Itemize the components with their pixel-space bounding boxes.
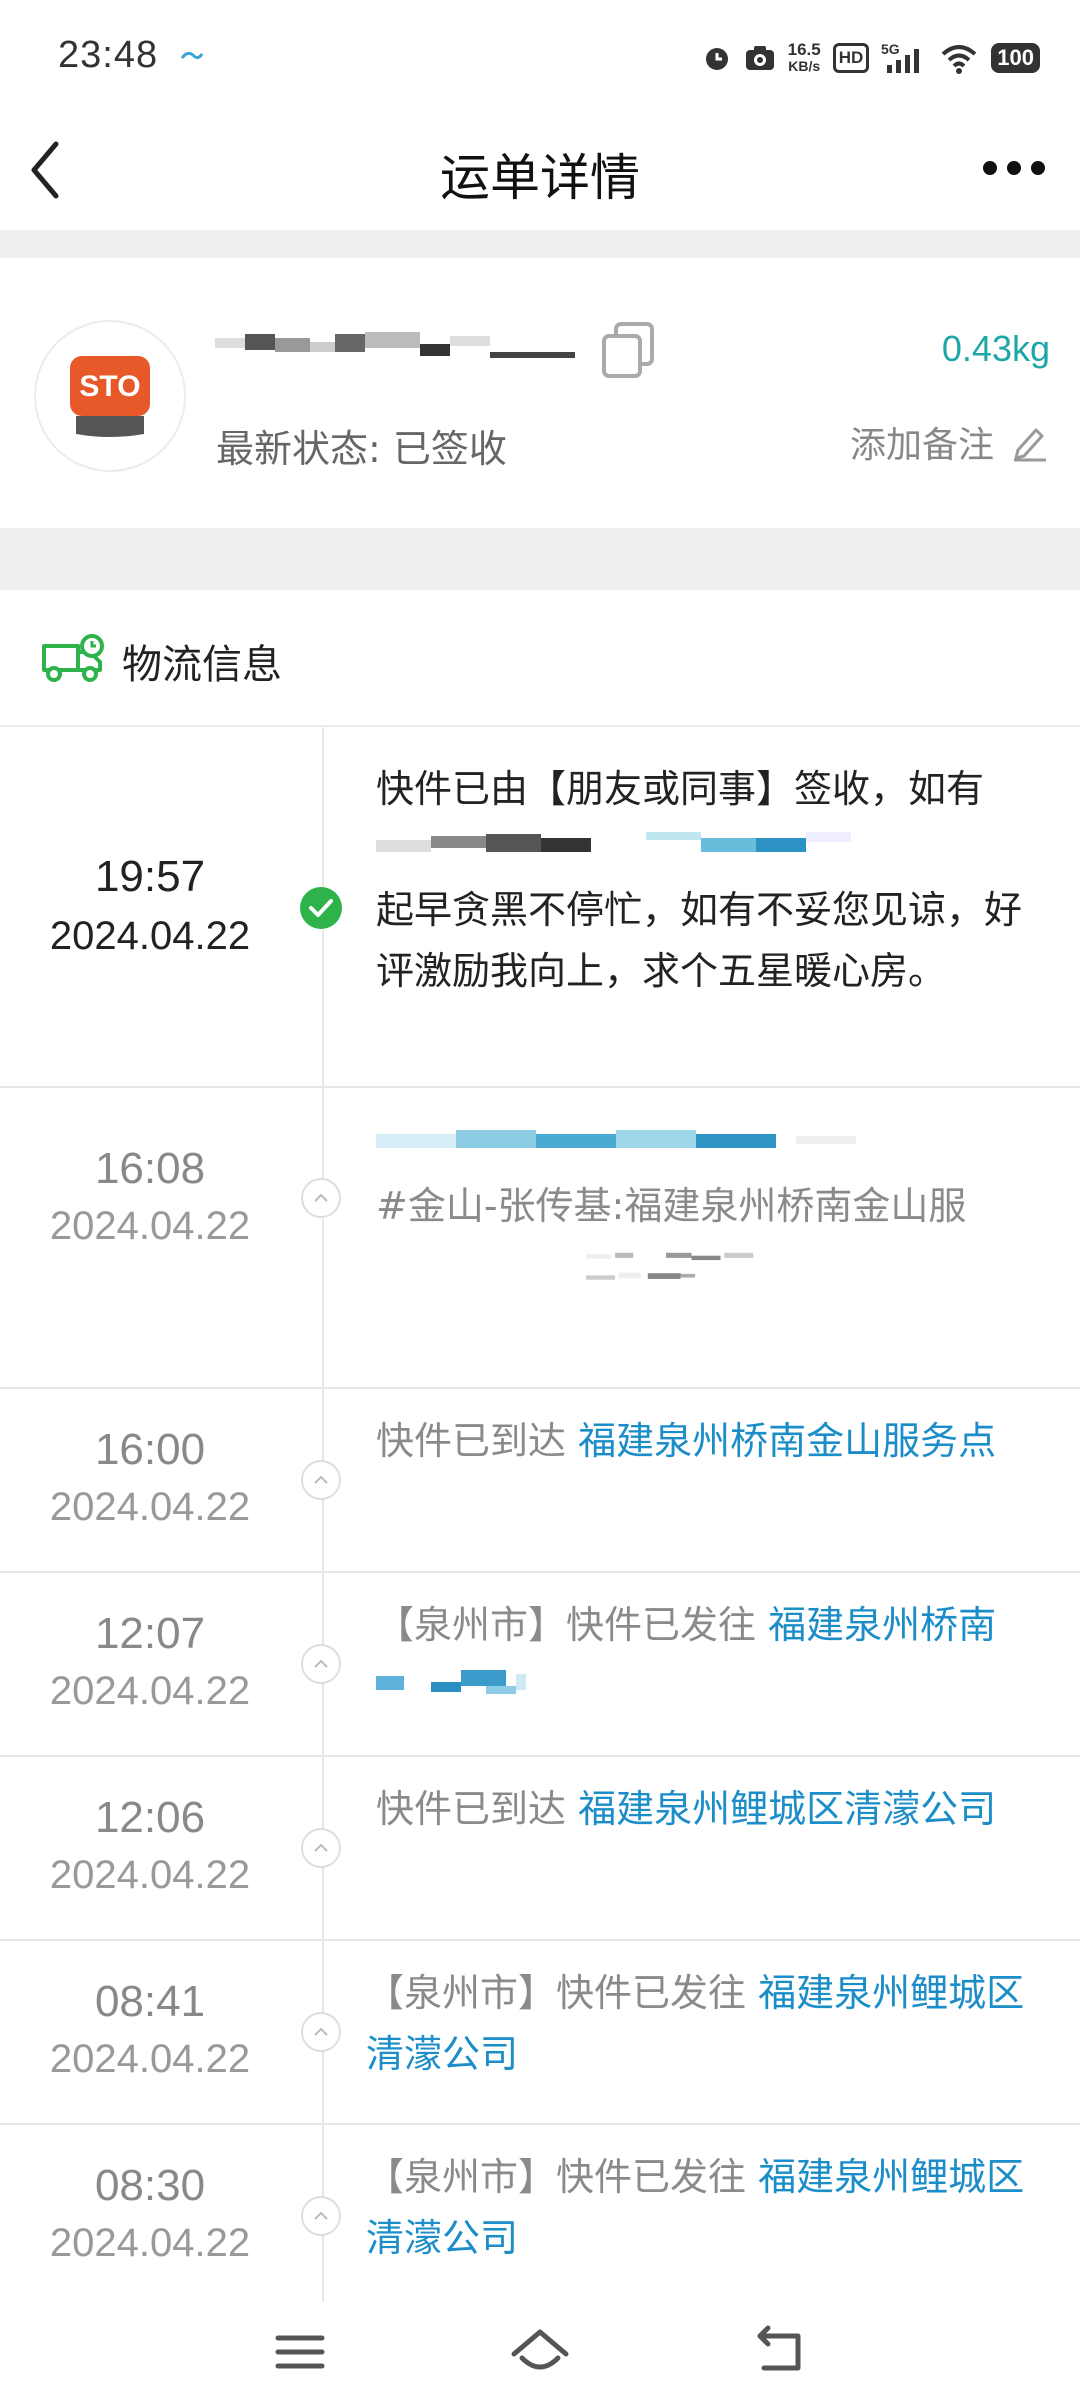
section-divider <box>0 230 1080 258</box>
more-options-icon[interactable] <box>978 146 1050 190</box>
back-nav-icon[interactable] <box>750 2324 810 2380</box>
location-link[interactable]: 福建泉州鲤城区清濛公司 <box>578 1787 996 1831</box>
package-weight: 0.43kg <box>941 328 1050 369</box>
entry-date: 2024.04.22 <box>49 1853 251 1897</box>
entry-date: 2024.04.22 <box>49 2037 251 2081</box>
entry-time: 16:00 <box>94 1425 206 1474</box>
net-speed: 16.5 KB/s <box>788 41 821 75</box>
entry-date: 2024.04.22 <box>49 1669 251 1713</box>
signed-check-icon <box>300 887 342 929</box>
home-icon[interactable] <box>510 2324 570 2380</box>
waybill-summary-card: STO 0.43kg 最新状态: 已签收 添加备注 <box>0 258 1080 528</box>
entry-description: 【泉州市】快件已发往 福建泉州鲤城区清濛公司 <box>366 2147 1026 2269</box>
logistics-title: 物流信息 <box>122 642 282 688</box>
expand-chevron-icon[interactable] <box>300 2011 342 2053</box>
timeline-entry: 16:00 2024.04.22 快件已到达 福建泉州桥南金山服务点 <box>0 1389 1080 1573</box>
entry-time: 19:57 <box>94 852 206 901</box>
net-speed-unit: KB/s <box>788 58 821 74</box>
entry-description: 快件已到达 福建泉州桥南金山服务点 <box>376 1411 1036 1472</box>
redacted-text <box>376 832 851 852</box>
expand-chevron-icon[interactable] <box>300 1643 342 1685</box>
entry-description: 快件已由【朋友或同事】签收，如有 起早贪黑不停忙，如有不妥您见谅，好评激励我向上… <box>376 759 1036 1002</box>
top-nav-bar: 运单详情 <box>0 110 1080 230</box>
net-speed-value: 16.5 <box>787 40 821 59</box>
alarm-icon <box>705 48 728 70</box>
tracking-timeline: 19:57 2024.04.22 快件已由【朋友或同事】签收，如有 起早贪黑不停… <box>0 727 1080 2302</box>
expand-chevron-icon[interactable] <box>300 1177 342 1219</box>
entry-text: 快件已到达 <box>376 1787 579 1831</box>
entry-time: 16:08 <box>94 1144 206 1193</box>
entry-text: 快件已到达 <box>376 1419 579 1463</box>
entry-description: #金山-张传基:福建泉州桥南金山服 <box>376 1116 1036 1297</box>
edit-pencil-icon <box>1014 428 1046 462</box>
carrier-logo-text: STO <box>79 370 140 403</box>
entry-text: 起早贪黑不停忙，如有不妥您见谅，好评激励我向上，求个五星暖心房。 <box>376 888 1023 993</box>
redacted-text <box>376 1130 856 1148</box>
entry-time: 12:07 <box>94 1609 206 1658</box>
expand-chevron-icon[interactable] <box>300 2195 342 2237</box>
timeline-entry: 16:08 2024.04.22 #金山-张传基:福建泉州桥南金山服 <box>0 1088 1080 1389</box>
status-icons: 16.5 KB/s HD 5G 100 <box>702 36 1040 80</box>
system-nav-bar <box>0 2302 1080 2400</box>
add-note-label: 添加备注 <box>849 425 994 466</box>
timeline-entry: 08:30 2024.04.22 【泉州市】快件已发往 福建泉州鲤城区清濛公司 <box>0 2125 1080 2302</box>
entry-time: 08:30 <box>94 2161 206 2210</box>
menu-icon[interactable] <box>270 2324 330 2380</box>
status-bar: 23:48 16.5 KB/s HD 5G 100 <box>0 0 1080 110</box>
copy-icon[interactable] <box>600 320 658 380</box>
timeline-entry: 19:57 2024.04.22 快件已由【朋友或同事】签收，如有 起早贪黑不停… <box>0 727 1080 1088</box>
redacted-text <box>586 1252 754 1280</box>
entry-date: 2024.04.22 <box>49 1485 251 1529</box>
camera-icon <box>745 46 774 70</box>
delivery-truck-icon <box>42 634 104 682</box>
tracking-number-redacted <box>215 332 575 358</box>
sto-logo-icon: STO <box>70 356 150 437</box>
add-note-button[interactable]: 添加备注 <box>850 416 1050 468</box>
entry-text: #金山-张传基:福建泉州桥南金山服 <box>376 1184 967 1228</box>
network-type: 5G <box>881 41 900 57</box>
entry-time: 08:41 <box>94 1977 206 2026</box>
timeline-entry: 12:07 2024.04.22 【泉州市】快件已发往 福建泉州桥南 <box>0 1573 1080 1757</box>
entry-description: 【泉州市】快件已发往 福建泉州鲤城区清濛公司 <box>366 1963 1026 2085</box>
timeline-entry: 08:41 2024.04.22 【泉州市】快件已发往 福建泉州鲤城区清濛公司 <box>0 1941 1080 2125</box>
battery-indicator: 100 <box>991 43 1040 73</box>
page-title: 运单详情 <box>440 149 640 207</box>
hd-badge: HD <box>832 43 870 73</box>
cellular-signal-icon: 5G <box>881 41 920 73</box>
expand-chevron-icon[interactable] <box>300 1827 342 1869</box>
wifi-icon <box>941 45 977 74</box>
logistics-header: 物流信息 <box>0 590 1080 727</box>
section-divider <box>0 528 1080 590</box>
location-link[interactable]: 福建泉州桥南 <box>768 1603 996 1647</box>
entry-date: 2024.04.22 <box>49 914 251 958</box>
entry-description: 【泉州市】快件已发往 福建泉州桥南 <box>376 1595 1036 1716</box>
entry-text: 【泉州市】快件已发往 <box>366 2155 759 2199</box>
entry-description: 快件已到达 福建泉州鲤城区清濛公司 <box>376 1779 1036 1840</box>
latest-status: 最新状态: 已签收 <box>216 427 507 471</box>
location-link[interactable]: 福建泉州桥南金山服务点 <box>578 1419 996 1463</box>
app-notification-icon <box>180 51 204 60</box>
entry-text: 【泉州市】快件已发往 <box>366 1971 759 2015</box>
redacted-text <box>376 1670 526 1694</box>
expand-chevron-icon[interactable] <box>300 1459 342 1501</box>
entry-text: 【泉州市】快件已发往 <box>376 1603 769 1647</box>
entry-text: 快件已由【朋友或同事】签收，如有 <box>376 767 985 811</box>
entry-date: 2024.04.22 <box>49 2221 251 2265</box>
clock: 23:48 <box>58 34 159 76</box>
timeline-entry: 12:06 2024.04.22 快件已到达 福建泉州鲤城区清濛公司 <box>0 1757 1080 1941</box>
entry-time: 12:06 <box>94 1793 206 1842</box>
carrier-logo: STO <box>34 320 186 472</box>
entry-date: 2024.04.22 <box>49 1204 251 1248</box>
